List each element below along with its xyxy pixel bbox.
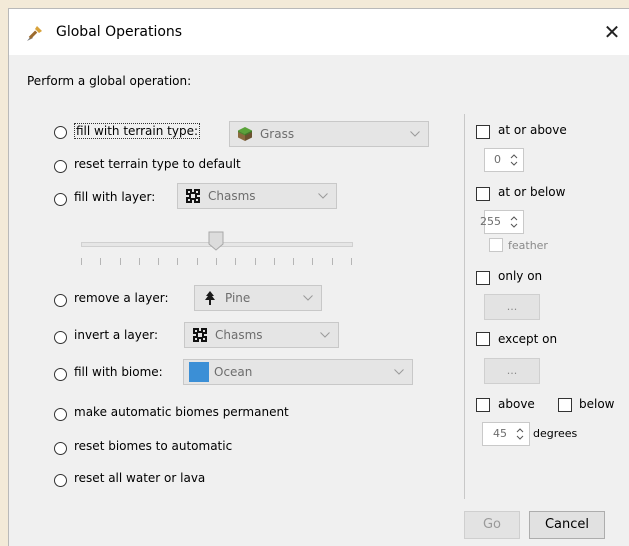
fill-biome-radio[interactable] [54,368,67,381]
biome-select[interactable]: Ocean [183,359,413,385]
shovel-icon [27,26,42,41]
slider-tick [197,258,198,265]
ocean-swatch-icon [189,362,209,382]
slider-tick [216,258,217,265]
fill-terrain-radio[interactable] [54,126,67,139]
fill-layer-value: Chasms [208,189,256,203]
reset-terrain-radio[interactable] [54,160,67,173]
at-or-above-value: 0 [494,153,501,166]
at-or-above-label[interactable]: at or above [498,123,567,137]
vertical-separator [464,114,465,499]
dialog-heading: Perform a global operation: [27,74,192,88]
terrain-type-select[interactable]: Grass [229,121,429,147]
above-checkbox[interactable] [476,398,490,412]
fill-layer-select[interactable]: Chasms [177,183,337,209]
window-title: Global Operations [56,24,183,40]
slider-tick [177,258,178,265]
slider-tick [139,258,140,265]
reset-water-radio[interactable] [54,474,67,487]
slider-tick [235,258,236,265]
degrees-label: degrees [533,427,578,440]
slider-tick [158,258,159,265]
chevron-down-icon [402,122,428,146]
remove-layer-value: Pine [225,291,251,305]
slider-tick [81,258,82,265]
make-biomes-permanent-label[interactable]: make automatic biomes permanent [74,405,289,419]
close-button[interactable]: ✕ [595,15,629,49]
chasms-icon [186,189,200,203]
chasms-icon [193,328,207,342]
grass-block-icon [238,127,252,141]
only-on-checkbox[interactable] [476,271,490,285]
slider-tick [255,258,256,265]
below-checkbox[interactable] [558,398,572,412]
only-on-label[interactable]: only on [498,269,542,283]
reset-water-label[interactable]: reset all water or lava [74,471,205,485]
slider-tick [312,258,313,265]
reset-terrain-label[interactable]: reset terrain type to default [74,157,241,171]
invert-layer-value: Chasms [215,328,263,342]
at-or-above-spinner[interactable]: 0 [484,148,524,172]
layer-intensity-slider-thumb[interactable] [208,231,224,251]
above-label[interactable]: above [498,397,535,411]
only-on-select-button[interactable]: ... [484,294,540,320]
except-on-select-button[interactable]: ... [484,358,540,384]
remove-layer-select[interactable]: Pine [194,285,322,311]
feather-checkbox[interactable] [489,238,503,252]
except-on-label[interactable]: except on [498,332,557,346]
degrees-spinner[interactable]: 45 [482,422,530,446]
slider-tick [351,258,352,265]
fill-terrain-label[interactable]: fill with terrain type: [74,123,201,139]
go-button[interactable]: Go [464,511,520,539]
remove-layer-radio[interactable] [54,294,67,307]
fill-biome-label[interactable]: fill with biome: [74,365,163,379]
reset-biomes-label[interactable]: reset biomes to automatic [74,439,232,453]
fill-layer-label[interactable]: fill with layer: [74,190,155,204]
degrees-value: 45 [493,427,507,440]
reset-biomes-radio[interactable] [54,442,67,455]
at-or-above-checkbox[interactable] [476,125,490,139]
spinner-arrows-icon[interactable] [507,151,521,169]
biome-value: Ocean [214,365,253,379]
chevron-down-icon [312,323,338,347]
at-or-below-spinner[interactable]: 255 [480,210,524,234]
terrain-type-value: Grass [260,127,295,141]
at-or-below-label[interactable]: at or below [498,185,565,199]
spinner-arrows-icon[interactable] [507,213,521,231]
invert-layer-label[interactable]: invert a layer: [74,328,158,342]
global-operations-dialog: Global Operations ✕ Perform a global ope… [8,8,629,546]
make-biomes-permanent-radio[interactable] [54,408,67,421]
chevron-down-icon [295,286,321,310]
remove-layer-label[interactable]: remove a layer: [74,291,169,305]
slider-tick [100,258,101,265]
invert-layer-radio[interactable] [54,331,67,344]
spinner-arrows-icon[interactable] [513,425,527,443]
except-on-checkbox[interactable] [476,332,490,346]
chevron-down-icon [310,184,336,208]
fill-layer-radio[interactable] [54,193,67,206]
slider-tick [274,258,275,265]
at-or-below-value: 255 [480,215,501,228]
at-or-below-checkbox[interactable] [476,187,490,201]
slider-tick [120,258,121,265]
below-label[interactable]: below [579,397,615,411]
feather-label[interactable]: feather [508,239,548,252]
chevron-down-icon [386,360,412,384]
cancel-button[interactable]: Cancel [529,511,605,539]
pine-tree-icon [205,291,215,305]
title-bar: Global Operations ✕ [9,9,629,55]
slider-tick [332,258,333,265]
slider-tick [293,258,294,265]
invert-layer-select[interactable]: Chasms [184,322,339,348]
